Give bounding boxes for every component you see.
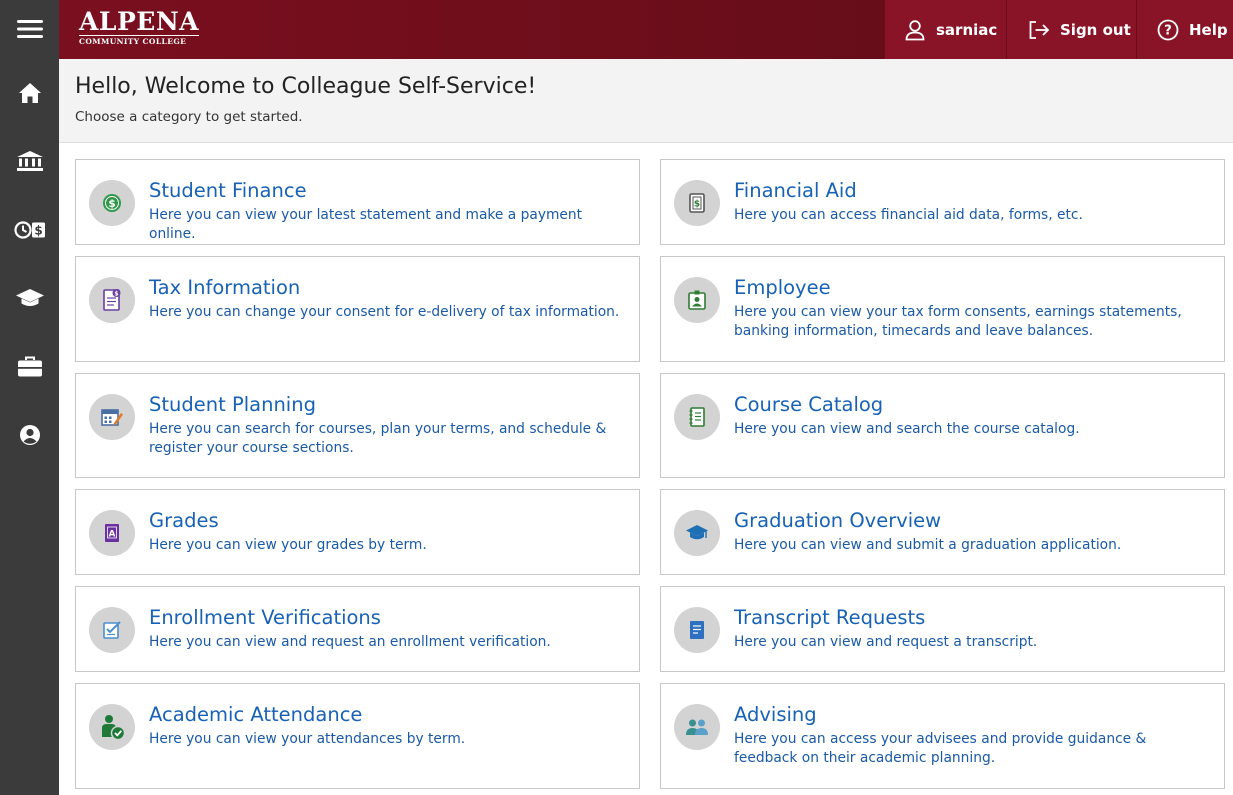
tile-description: Here you can view and submit a graduatio… [734,537,1122,553]
sign-out-label: Sign out [1060,20,1131,39]
header-actions: sarniac Sign out ? Help [884,0,1233,59]
user-menu-button[interactable]: sarniac [884,0,1006,59]
logo-sub-text: COMMUNITY COLLEGE [79,35,200,46]
page-subtitle: Choose a category to get started. [75,109,303,125]
welcome-banner: Hello, Welcome to Colleague Self-Service… [59,59,1233,143]
tile-icon-circle [674,704,720,750]
tile-title: Employee [734,276,831,299]
tile-course-catalog[interactable]: Course Catalog Here you can view and sea… [660,373,1225,478]
dollar-coin-icon: $ [103,194,121,212]
tile-transcript-requests[interactable]: Transcript Requests Here you can view an… [660,586,1225,672]
tile-icon-circle: $ [674,180,720,226]
nav-rail: $ [0,0,59,795]
home-icon [18,83,41,103]
graduation-cap-icon [686,525,708,540]
svg-text:$: $ [108,198,115,210]
briefcase-icon [17,356,42,377]
tile-icon-circle [674,510,720,556]
sign-out-icon [1029,20,1050,39]
tile-title: Course Catalog [734,393,884,416]
tile-icon-circle [89,394,135,440]
svg-text:A: A [109,530,116,540]
tile-title: Enrollment Verifications [149,606,381,629]
tile-title: Student Planning [149,393,316,416]
help-label: Help [1189,20,1228,39]
svg-text:?: ? [1164,23,1172,38]
tile-description: Here you can view and request an enrollm… [149,634,551,650]
tile-student-planning[interactable]: Student Planning Here you can search for… [75,373,640,478]
sign-out-button[interactable]: Sign out [1006,0,1136,59]
people-icon [686,719,708,735]
tile-title: Graduation Overview [734,509,942,532]
menu-icon [16,20,43,38]
nav-payroll[interactable]: $ [0,208,59,252]
tile-icon-circle [89,607,135,653]
tile-title: Grades [149,509,219,532]
help-button[interactable]: ? Help [1136,0,1233,59]
id-badge-icon [688,290,706,310]
tile-description: Here you can change your consent for e-d… [149,304,620,320]
transcript-icon [690,621,704,639]
checklist-icon [103,621,121,639]
tile-title: Student Finance [149,179,307,202]
user-circle-icon [19,425,40,445]
tile-advising[interactable]: Advising Here you can access your advise… [660,683,1225,789]
bank-icon [16,151,43,171]
tile-graduation-overview[interactable]: Graduation Overview Here you can view an… [660,489,1225,575]
tile-description: Here you can view your grades by term. [149,537,427,553]
catalog-book-icon [689,407,705,427]
tile-grades[interactable]: A Grades Here you can view your grades b… [75,489,640,575]
tile-title: Tax Information [149,276,301,299]
svg-text:$: $ [34,224,42,238]
tile-description: Here you can view your latest statement … [149,207,583,242]
tile-title: Advising [734,703,817,726]
svg-text:$: $ [114,290,118,297]
svg-text:$: $ [694,200,700,210]
tile-icon-circle [89,704,135,750]
clock-dollar-icon: $ [13,221,45,239]
dollar-document-icon: $ [689,193,705,213]
calendar-pencil-icon [101,409,123,426]
tile-academic-attendance[interactable]: Academic Attendance Here you can view yo… [75,683,640,789]
tile-tax-information[interactable]: $ Tax Information Here you can change yo… [75,256,640,362]
user-icon [905,19,925,40]
menu-button[interactable] [0,7,59,51]
graduation-cap-icon [15,289,44,306]
tile-icon-circle [674,607,720,653]
tile-description: Here you can view and search the course … [734,421,1080,437]
nav-employee[interactable] [0,345,59,389]
top-header: ALPENA COMMUNITY COLLEGE sarniac Sign ou… [59,0,1233,59]
page-title: Hello, Welcome to Colleague Self-Service… [75,74,537,99]
tile-description: Here you can view your attendances by te… [149,731,466,747]
username-label: sarniac [936,20,998,39]
tile-icon-circle: A [89,510,135,556]
tile-title: Transcript Requests [734,606,926,629]
tile-description: Here you can access your advisees and pr… [734,731,1147,766]
nav-user-profile[interactable] [0,413,59,457]
grade-a-icon: A [105,524,119,542]
tile-employee[interactable]: Employee Here you can view your tax form… [660,256,1225,362]
person-check-icon [102,715,126,741]
tile-description: Here you can view your tax form consents… [734,304,1182,339]
logo-main-text: ALPENA [79,7,200,36]
nav-academics[interactable] [0,276,59,320]
tile-enrollment-verifications[interactable]: Enrollment Verifications Here you can vi… [75,586,640,672]
tile-title: Academic Attendance [149,703,363,726]
tile-icon-circle: $ [89,180,135,226]
nav-finance[interactable] [0,139,59,183]
tile-icon-circle [674,394,720,440]
nav-home[interactable] [0,71,59,115]
tile-description: Here you can search for courses, plan yo… [149,421,607,456]
tax-document-icon: $ [103,289,121,311]
tile-description: Here you can view and request a transcri… [734,634,1038,650]
tile-description: Here you can access financial aid data, … [734,207,1083,223]
tile-icon-circle [674,277,720,323]
college-logo[interactable]: ALPENA COMMUNITY COLLEGE [79,7,200,46]
tile-student-finance[interactable]: $ Student Finance Here you can view your… [75,159,640,245]
tile-icon-circle: $ [89,277,135,323]
tile-financial-aid[interactable]: $ Financial Aid Here you can access fina… [660,159,1225,245]
help-icon: ? [1157,19,1179,40]
tile-title: Financial Aid [734,179,857,202]
